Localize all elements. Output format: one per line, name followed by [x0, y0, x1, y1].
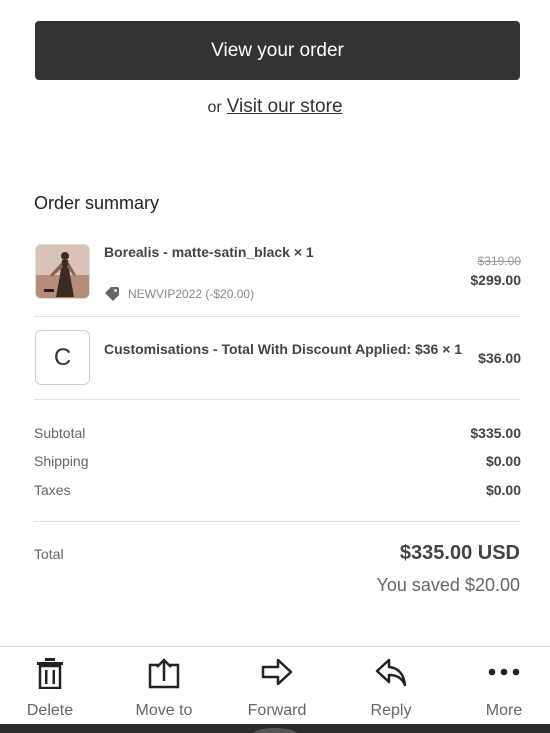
home-indicator-bar — [0, 724, 550, 733]
store-link-line: or Visit our store — [0, 96, 550, 118]
home-indicator[interactable] — [253, 728, 297, 733]
view-order-label: View your order — [211, 39, 344, 61]
item-name: Borealis - matte-satin_black × 1 — [104, 244, 314, 260]
discount-code-text: NEWVIP2022 (-$20.00) — [128, 287, 255, 301]
thumbnail-letter: C — [53, 343, 72, 371]
savings-text: You saved $20.00 — [376, 575, 520, 595]
reply-label: Reply — [370, 702, 412, 719]
item-name: Customisations - Total With Discount App… — [104, 341, 463, 357]
divider — [34, 399, 521, 400]
more-label: More — [485, 702, 523, 719]
reply-button[interactable]: Reply — [336, 647, 446, 725]
move-to-icon — [148, 658, 180, 689]
tag-icon — [105, 287, 119, 301]
item-price: $299.00 — [470, 272, 521, 288]
forward-button[interactable]: Forward — [222, 647, 332, 725]
shipping-value: $0.00 — [485, 453, 521, 469]
shipping-row: Shipping $0.00 — [34, 453, 521, 475]
mail-toolbar: Delete Move to Forward Reply More — [0, 646, 550, 725]
total-value: $335.00 USD — [399, 542, 520, 564]
shipping-label: Shipping — [34, 453, 89, 469]
visit-store-link[interactable]: Visit our store — [227, 96, 343, 117]
product-photo-icon — [36, 245, 89, 298]
order-summary-title: Order summary — [34, 193, 160, 213]
divider — [34, 521, 521, 522]
item-price: $36.00 — [478, 350, 521, 366]
or-text: or — [207, 99, 222, 116]
move-to-button[interactable]: Move to — [109, 647, 219, 725]
taxes-label: Taxes — [34, 482, 71, 498]
product-thumbnail — [35, 244, 90, 299]
order-item: Borealis - matte-satin_black × 1 NEWVIP2… — [34, 240, 521, 316]
more-button[interactable]: More — [449, 647, 550, 725]
divider — [34, 316, 521, 317]
subtotal-row: Subtotal $335.00 — [34, 425, 521, 447]
taxes-value: $0.00 — [485, 482, 521, 498]
delete-label: Delete — [26, 702, 74, 719]
trash-icon — [37, 658, 63, 689]
subtotal-label: Subtotal — [34, 425, 86, 441]
order-item: C Customisations - Total With Discount A… — [34, 330, 521, 400]
forward-arrow-icon — [261, 658, 293, 686]
view-order-button[interactable]: View your order — [35, 21, 520, 80]
more-dots-icon — [488, 668, 520, 676]
subtotal-value: $335.00 — [470, 425, 521, 441]
move-to-label: Move to — [135, 702, 193, 719]
discount-code: NEWVIP2022 (-$20.00) — [104, 286, 254, 302]
original-price: $319.00 — [477, 254, 521, 268]
total-label: Total — [34, 546, 64, 562]
customisation-thumbnail: C — [35, 330, 90, 385]
reply-arrow-icon — [375, 658, 407, 687]
delete-button[interactable]: Delete — [0, 647, 105, 725]
taxes-row: Taxes $0.00 — [34, 482, 521, 504]
forward-label: Forward — [247, 702, 307, 719]
order-confirmation-email: View your order or Visit our store Order … — [0, 0, 550, 733]
